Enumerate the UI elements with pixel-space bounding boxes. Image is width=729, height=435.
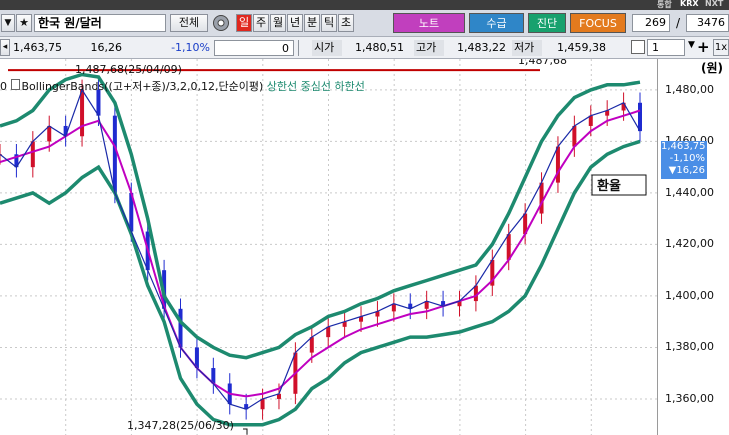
last-price-tag: 1,463,75 -1,10% ▼16,26 <box>661 141 707 179</box>
low-label: 저가 <box>512 40 542 56</box>
tab-nxt[interactable]: NXT <box>705 0 723 8</box>
zoom-in-icon[interactable]: + <box>697 38 710 56</box>
high-price: 1,483,22 <box>457 41 506 54</box>
collapse-icon[interactable]: ◂ <box>0 39 10 56</box>
candle-body <box>539 182 544 214</box>
candle-body <box>47 125 52 142</box>
series-line-1 <box>0 109 641 398</box>
indicator-legend: 0 BollingerBands((고+저+종)/3,2,0,12,단순이평) … <box>0 78 365 94</box>
divider <box>298 40 308 56</box>
checkbox[interactable] <box>631 40 645 54</box>
last-change-percent: -1,10% <box>669 153 705 164</box>
axis-tick-label: 1,380,00 <box>665 340 714 354</box>
select-box[interactable]: 1 <box>647 39 685 56</box>
axis-tick-label: 1,420,00 <box>665 237 714 251</box>
high-label: 고가 <box>414 40 444 56</box>
open-label: 시가 <box>312 40 342 56</box>
period-week[interactable]: 주 <box>253 14 269 32</box>
high-line-label: 1,487,68 <box>518 59 567 67</box>
period-year[interactable]: 년 <box>287 14 303 32</box>
current-price: 1,463,75 <box>13 41 62 54</box>
series-line-2 <box>0 139 641 427</box>
low-price: 1,459,38 <box>557 41 606 54</box>
last-price: 1,463,75 <box>661 141 706 152</box>
period-tick[interactable]: 틱 <box>321 14 337 32</box>
legend-mid: 중심선 <box>300 80 332 93</box>
tab-krx[interactable]: KRX <box>680 0 699 8</box>
zoom-level-button[interactable]: 1x <box>713 39 729 56</box>
axis-unit: (원) <box>700 61 723 75</box>
series-line-0 <box>0 72 641 360</box>
symbol-input[interactable]: 한국 원/달러 <box>34 14 166 32</box>
price-change: 16,26 <box>90 41 123 54</box>
change-percent: -1,10% <box>171 41 210 54</box>
focus-button[interactable]: FOCUS <box>570 13 626 33</box>
diagnose-button[interactable]: 진단 <box>528 13 566 33</box>
dropdown-icon[interactable]: ▼ <box>1 14 15 32</box>
axis-tick-label: 1,360,00 <box>665 391 714 405</box>
note-button[interactable]: 노트 <box>393 13 465 33</box>
period-minute[interactable]: 분 <box>304 14 320 32</box>
open-price: 1,480,51 <box>355 41 404 54</box>
top-status-strip: 통합 KRX NXT <box>0 0 729 10</box>
candle-body <box>638 102 642 132</box>
candle-body <box>309 337 314 353</box>
total-count: 3476 <box>686 14 729 32</box>
candle-body <box>572 125 577 147</box>
high-annotation: 1,487,68(25/04/09) <box>75 63 182 76</box>
axis-tick-label: 1,440,00 <box>665 185 714 199</box>
last-change: ▼16,26 <box>668 165 705 176</box>
tab-integrated[interactable]: 통합 <box>657 0 672 10</box>
chart-area[interactable]: 1,487,68 1,487,68(25/04/09) 1,347,28(25/06… <box>0 59 729 435</box>
volume-field: 0 <box>214 40 294 56</box>
supply-button[interactable]: 수급 <box>469 13 524 33</box>
candle-body <box>30 141 35 168</box>
candle-body <box>555 146 560 183</box>
period-day[interactable]: 일 <box>236 14 252 32</box>
all-button[interactable]: 전체 <box>170 14 208 32</box>
period-month[interactable]: 월 <box>270 14 286 32</box>
callout-text: 환율 <box>597 178 621 194</box>
legend-upper: 상한선 <box>266 80 298 93</box>
legend-checkbox-icon[interactable] <box>10 79 20 90</box>
chart-toolbar: ▼ ★ 한국 원/달러 전체 일 주 월 년 분 틱 초 노트 수급 진단 FO… <box>0 10 729 37</box>
price-axis: (원) 1,360,00 1,380,00 1,400,00 1,420,00 1,44… <box>657 59 729 435</box>
count-separator: / <box>676 16 681 30</box>
favorite-star-icon[interactable]: ★ <box>16 14 32 32</box>
candle-body <box>112 115 117 193</box>
price-chart[interactable]: 1,487,68 1,487,68(25/04/09) 1,347,28(25/06… <box>0 59 657 435</box>
settings-gear-icon[interactable] <box>212 14 230 32</box>
axis-tick-label: 1,400,00 <box>665 288 714 302</box>
candle-body <box>80 89 85 137</box>
legend-indicator[interactable]: BollingerBands((고+저+종)/3,2,0,12,단순이평) <box>22 80 264 93</box>
period-second[interactable]: 초 <box>338 14 354 32</box>
legend-lower: 하한선 <box>334 80 365 93</box>
legend-prefix: 0 <box>0 80 11 93</box>
axis-tick-label: 1,480,00 <box>665 82 714 96</box>
low-annotation: 1,347,28(25/06/30) <box>127 419 234 432</box>
low-pointer <box>243 428 248 435</box>
select-chevron-icon[interactable]: ▼ <box>688 40 695 50</box>
quote-bar: ◂ 1,463,75 16,26 -1,10% 0 시가 1,480,51 고가… <box>0 37 729 59</box>
count-input[interactable]: 269 <box>632 14 670 32</box>
